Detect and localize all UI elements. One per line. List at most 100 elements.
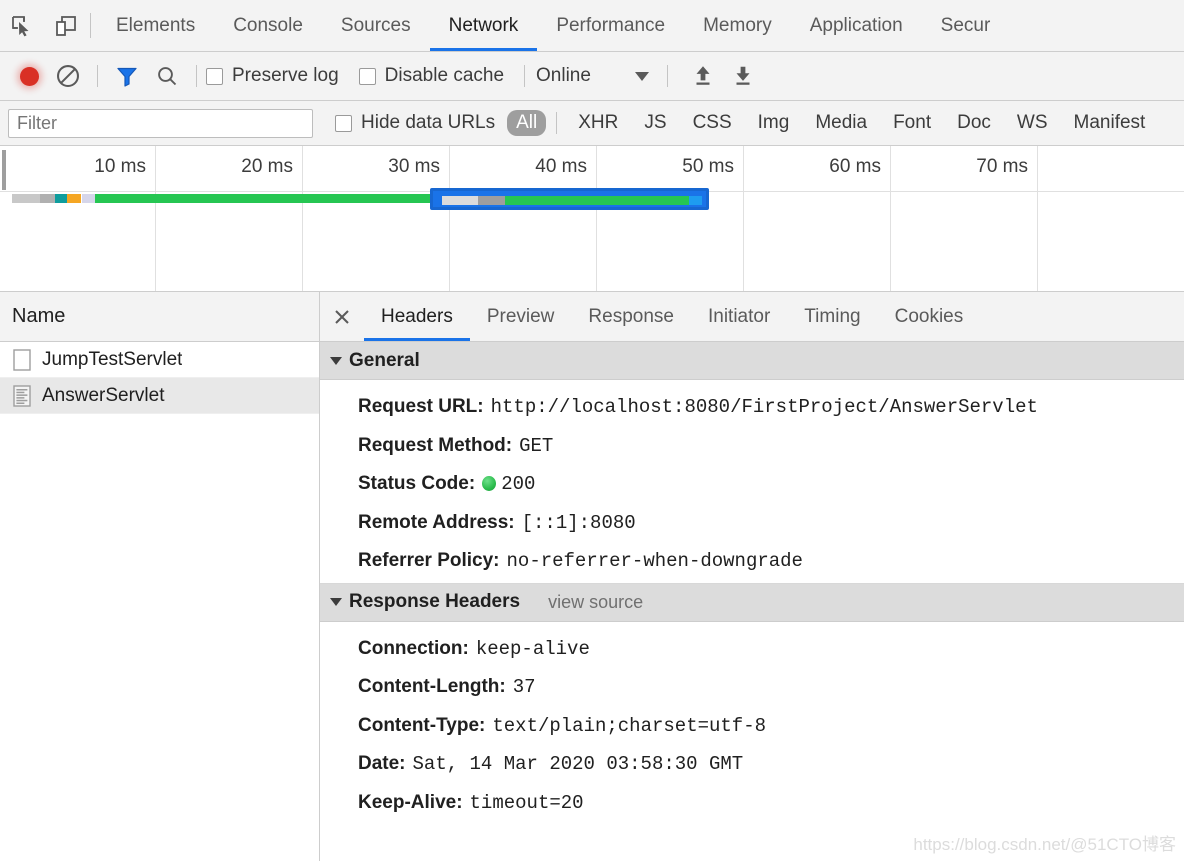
header-value: 37	[512, 676, 536, 698]
panel-tab-application[interactable]: Application	[791, 0, 922, 51]
request-list-pane: Name JumpTestServlet AnswerServlet	[0, 292, 320, 861]
section-header[interactable]: General	[320, 342, 1184, 380]
clear-button[interactable]	[48, 57, 88, 95]
status-ok-icon	[482, 476, 497, 491]
network-overview-chart[interactable]: 10 ms 20 ms 30 ms 40 ms 50 ms 60 ms 70 ms	[0, 146, 1184, 292]
panel-tab-performance[interactable]: Performance	[537, 0, 684, 51]
type-filter-manifest[interactable]: Manifest	[1065, 110, 1155, 136]
header-rows: Request URL: http://localhost:8080/FirstP…	[320, 380, 1184, 583]
type-filter-label: Img	[757, 112, 790, 133]
type-filter-xhr[interactable]: XHR	[569, 110, 627, 136]
header-row: Content-Type: text/plain;charset=utf-8	[320, 707, 1184, 746]
type-filter-media[interactable]: Media	[806, 110, 876, 136]
panel-tab-elements[interactable]: Elements	[97, 0, 214, 51]
overview-tick-label: 70 ms	[976, 156, 1028, 177]
panel-tab-console[interactable]: Console	[214, 0, 322, 51]
header-key: Request Method:	[358, 434, 513, 456]
header-value: [::1]:8080	[521, 511, 636, 534]
header-row: Request URL: http://localhost:8080/FirstP…	[320, 388, 1184, 427]
devtools-window: Elements Console Sources Network Perform…	[0, 0, 1184, 861]
headers-content: General Request URL: http://localhost:8080…	[320, 342, 1184, 861]
header-key: Keep-Alive:	[358, 791, 463, 813]
disable-cache-checkbox[interactable]: Disable cache	[358, 65, 504, 87]
overview-tick-label: 40 ms	[535, 156, 587, 177]
type-filter-ws[interactable]: WS	[1008, 110, 1057, 136]
header-key: Connection:	[358, 637, 469, 659]
toolbar-divider	[196, 65, 197, 87]
panel-tab-label: Sources	[340, 14, 411, 36]
header-row: Referrer Policy: no-referrer-when-downgra…	[320, 542, 1184, 581]
detail-tab-label: Response	[588, 305, 674, 327]
request-list-column-header[interactable]: Name	[0, 292, 319, 342]
close-icon[interactable]	[320, 292, 364, 341]
hide-data-urls-label: Hide data URLs	[361, 112, 496, 133]
type-filter-css[interactable]: CSS	[684, 110, 741, 136]
header-value: http://localhost:8080/FirstProject/Answe…	[490, 396, 1038, 418]
type-filter-all[interactable]: All	[507, 110, 547, 136]
panel-tab-label: Memory	[703, 14, 772, 36]
tab-headers[interactable]: Headers	[364, 292, 470, 341]
toolbar-divider	[556, 112, 558, 134]
export-har-icon[interactable]	[723, 57, 763, 95]
panel-tab-security[interactable]: Secur	[922, 0, 1010, 51]
panel-tab-network[interactable]: Network	[429, 0, 538, 51]
header-key: Remote Address:	[358, 511, 515, 533]
header-value: no-referrer-when-downgrade	[506, 550, 803, 572]
tab-timing[interactable]: Timing	[787, 292, 877, 341]
devtools-panel-tabbar: Elements Console Sources Network Perform…	[0, 0, 1184, 52]
tab-response[interactable]: Response	[571, 292, 691, 341]
header-row: Date: Sat, 14 Mar 2020 03:58:30 GMT	[320, 745, 1184, 784]
header-key: Date:	[358, 753, 406, 774]
view-source-link[interactable]: view source	[548, 592, 643, 613]
header-key: Content-Length:	[358, 676, 506, 697]
hide-data-urls-checkbox[interactable]: Hide data URLs	[335, 112, 495, 134]
checkbox-box	[358, 67, 376, 85]
header-key: Status Code:	[358, 473, 476, 494]
panel-tab-memory[interactable]: Memory	[684, 0, 791, 51]
overview-tick-label: 60 ms	[829, 156, 881, 177]
type-filter-doc[interactable]: Doc	[948, 110, 1000, 136]
overview-bar[interactable]	[0, 196, 1184, 205]
record-button[interactable]	[10, 57, 48, 95]
request-row[interactable]: AnswerServlet	[0, 378, 319, 414]
filter-icon[interactable]	[107, 57, 147, 95]
overview-tick-label: 10 ms	[94, 156, 146, 177]
detail-tab-label: Initiator	[707, 305, 771, 327]
overview-tick-label: 20 ms	[241, 156, 293, 177]
import-har-icon[interactable]	[683, 57, 723, 95]
request-name: JumpTestServlet	[42, 348, 183, 370]
filter-input[interactable]	[8, 108, 313, 138]
checkbox-box	[206, 67, 223, 85]
header-value: text/plain;charset=utf-8	[492, 714, 767, 737]
type-filter-label: CSS	[692, 112, 732, 133]
device-toolbar-icon[interactable]	[44, 0, 88, 51]
request-rows-container: JumpTestServlet AnswerServlet	[0, 342, 319, 414]
section-header[interactable]: Response Headers view source	[320, 583, 1184, 622]
network-filter-bar: Hide data URLs All XHR JS CSS Img Media …	[0, 101, 1184, 146]
type-filter-font[interactable]: Font	[884, 110, 940, 136]
type-filter-js[interactable]: JS	[635, 110, 675, 136]
tab-initiator[interactable]: Initiator	[691, 292, 787, 341]
search-icon[interactable]	[147, 57, 187, 95]
header-row: Remote Address: [::1]:8080	[320, 504, 1184, 543]
request-list-empty-area	[0, 414, 319, 861]
request-name: AnswerServlet	[42, 384, 165, 406]
request-detail-pane: Headers Preview Response Initiator Timin…	[320, 292, 1184, 861]
type-filter-label: All	[516, 112, 538, 133]
overview-tick-label: 50 ms	[682, 156, 734, 177]
type-filter-img[interactable]: Img	[749, 110, 799, 136]
type-filter-label: Media	[815, 112, 868, 133]
request-row[interactable]: JumpTestServlet	[0, 342, 319, 378]
tab-preview[interactable]: Preview	[470, 292, 572, 341]
overview-tick-label: 30 ms	[388, 156, 440, 177]
type-filter-label: Font	[893, 112, 932, 133]
header-row: Request Method: GET	[320, 427, 1184, 466]
detail-tab-label: Cookies	[894, 305, 964, 327]
panel-tab-sources[interactable]: Sources	[322, 0, 430, 51]
throttling-dropdown[interactable]: Online	[536, 65, 649, 87]
tab-cookies[interactable]: Cookies	[878, 292, 981, 341]
preserve-log-checkbox[interactable]: Preserve log	[206, 65, 339, 87]
header-value: Sat, 14 Mar 2020 03:58:30 GMT	[412, 753, 744, 775]
header-value: keep-alive	[475, 637, 590, 660]
inspect-element-icon[interactable]	[0, 0, 44, 51]
